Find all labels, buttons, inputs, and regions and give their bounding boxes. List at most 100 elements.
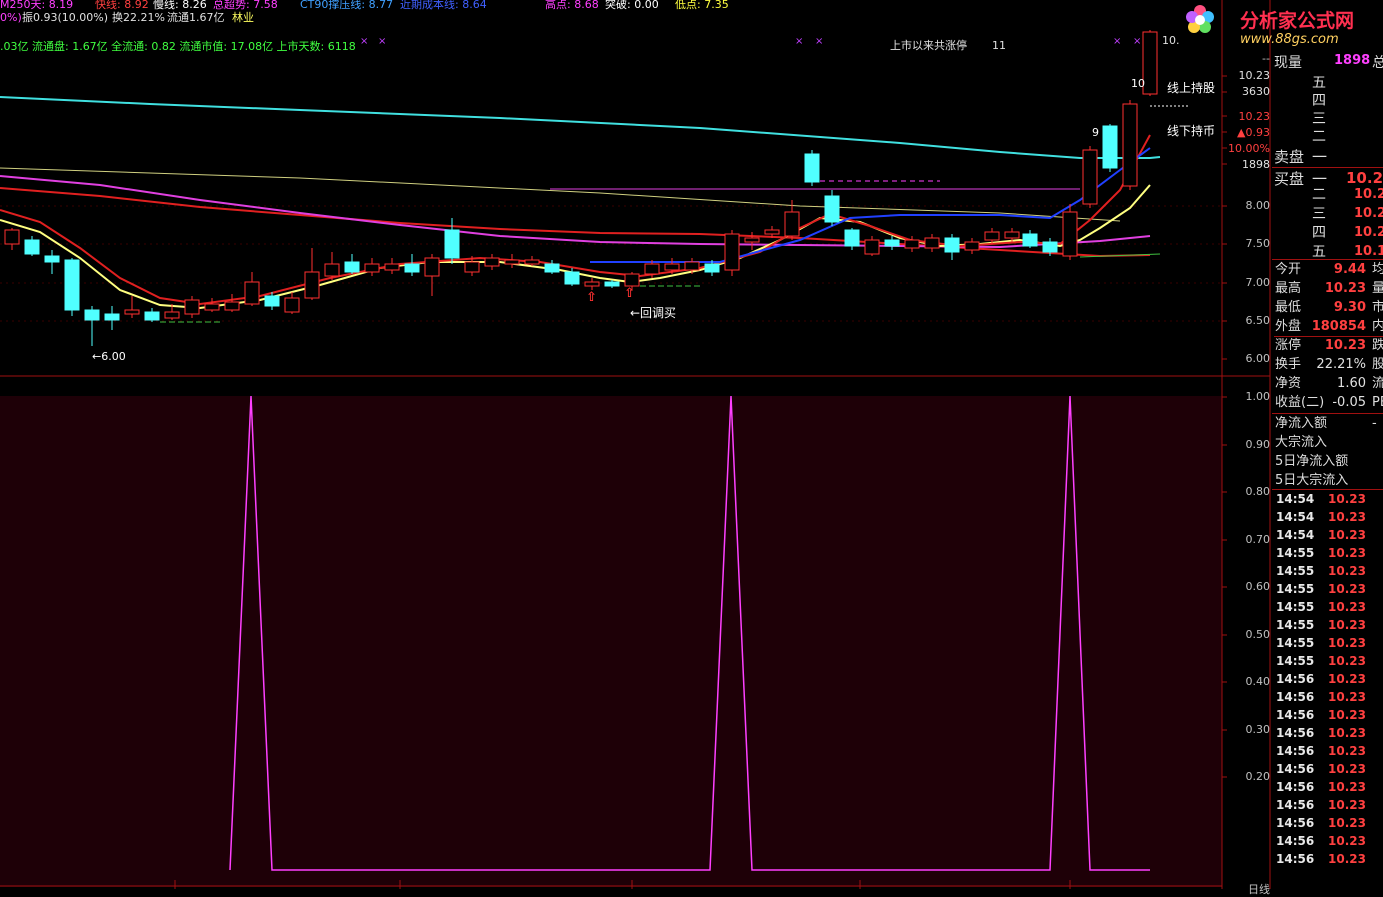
tick-price: 10.23 <box>1328 492 1366 506</box>
price-axis-label: 7.00 <box>1245 276 1271 289</box>
price-axis-label: 1898 <box>1242 158 1270 171</box>
tick-row[interactable]: 14:56 10.23 <box>1274 706 1383 724</box>
buy-level-price: 10.2 <box>1354 187 1383 202</box>
candle-body <box>364 263 380 273</box>
tick-row[interactable]: 14:56 10.23 <box>1274 778 1383 796</box>
count-nine-label: 9 <box>1092 126 1099 139</box>
indicator-axis-label: 0.80 <box>1245 485 1271 498</box>
stat-row: 最低 9.30 市 <box>1274 298 1383 317</box>
limit-up-count: 11 <box>992 39 1006 52</box>
indicator-value: 总超势: 7.58 <box>213 0 278 11</box>
tick-row[interactable]: 14:55 10.23 <box>1274 598 1383 616</box>
candle-body <box>704 263 720 273</box>
tick-row[interactable]: 14:55 10.23 <box>1274 616 1383 634</box>
candle-body <box>624 273 640 287</box>
tick-row[interactable]: 14:56 10.23 <box>1274 832 1383 850</box>
current-volume-label: 现量 <box>1274 55 1302 71</box>
tick-row[interactable]: 14:54 10.23 <box>1274 490 1383 508</box>
flow-label: 净流入额 <box>1275 416 1328 431</box>
candle-body <box>464 261 480 273</box>
sell-level-1: 一 <box>1312 148 1328 166</box>
tick-time: 14:55 <box>1276 546 1315 560</box>
tick-row[interactable]: 14:56 10.23 <box>1274 796 1383 814</box>
top-price-label: 10. <box>1162 34 1180 47</box>
flow-row: 5日大宗流入 <box>1274 471 1383 490</box>
candle-body <box>1082 149 1098 205</box>
stat-label: 今开 <box>1275 262 1302 277</box>
tick-time: 14:56 <box>1276 690 1315 704</box>
candle-body <box>744 237 760 243</box>
stat-tail: 股 <box>1372 357 1383 372</box>
indicator-value: 换22.21% <box>112 11 165 24</box>
candle-body <box>4 229 20 245</box>
tick-row[interactable]: 14:55 10.23 <box>1274 580 1383 598</box>
ma-cyan-line <box>0 96 1161 159</box>
candle-body <box>44 255 60 263</box>
indicator-axis-label: 0.40 <box>1245 675 1271 688</box>
tick-price: 10.23 <box>1328 816 1366 830</box>
tick-row[interactable]: 14:55 10.23 <box>1274 544 1383 562</box>
candle-body <box>524 259 540 265</box>
flower-logo-icon <box>1185 4 1215 34</box>
candle-body <box>284 297 300 313</box>
candle-body <box>764 229 780 235</box>
tick-row[interactable]: 14:55 10.23 <box>1274 634 1383 652</box>
tick-time: 14:56 <box>1276 726 1315 740</box>
candle-body <box>844 229 860 247</box>
stat-label: 收益(二) <box>1275 395 1325 410</box>
flow-label: 5日净流入额 <box>1275 454 1349 469</box>
site-logo-text: 分析家公式网 <box>1240 10 1355 32</box>
tick-row[interactable]: 14:55 10.23 <box>1274 562 1383 580</box>
tick-time: 14:55 <box>1276 582 1315 596</box>
tick-row[interactable]: 14:56 10.23 <box>1274 688 1383 706</box>
stat-tail: 跌 <box>1372 338 1383 353</box>
candle-body <box>124 309 140 315</box>
indicator-axis-label: 0.90 <box>1245 438 1271 451</box>
indicator-value: 流通1.67亿 <box>167 11 225 24</box>
indicator-value: 突破: 0.00 <box>605 0 659 11</box>
candle-body <box>684 261 700 271</box>
tick-price: 10.23 <box>1328 510 1366 524</box>
price-axis-label: 6.00 <box>1245 352 1271 365</box>
ma-magenta-line <box>0 175 1151 249</box>
tick-row[interactable]: 14:56 10.23 <box>1274 670 1383 688</box>
stat-value: 22.21% <box>1316 357 1366 372</box>
price-axis-label: 10.00% <box>1228 142 1270 155</box>
indicator-axis-label: 0.50 <box>1245 628 1271 641</box>
tick-time: 14:54 <box>1276 492 1315 506</box>
tick-row[interactable]: 14:56 10.23 <box>1274 760 1383 778</box>
tick-row[interactable]: 14:56 10.23 <box>1274 850 1383 868</box>
stat-row: 净资 1.60 流 <box>1274 374 1383 393</box>
period-label: 日线 <box>1248 883 1270 896</box>
candle-body <box>884 239 900 247</box>
buy-level: 三 <box>1312 206 1326 222</box>
candle-body <box>984 231 1000 241</box>
tick-time: 14:56 <box>1276 816 1315 830</box>
price-axis-label: 8.00 <box>1245 199 1271 212</box>
stat-value: 10.23 <box>1324 281 1366 296</box>
tick-price: 10.23 <box>1328 690 1366 704</box>
buy-level: 二 <box>1312 187 1326 203</box>
cross-marker-icon: × <box>360 36 368 47</box>
candle-body <box>1042 241 1058 253</box>
tick-row[interactable]: 14:56 10.23 <box>1274 814 1383 832</box>
buy-level-price: 10.1 <box>1354 244 1383 259</box>
candle-body <box>444 229 460 259</box>
indicator-value: M250天: 8.19 <box>0 0 74 11</box>
tick-row[interactable]: 14:56 10.23 <box>1274 742 1383 760</box>
candle-body <box>824 195 840 223</box>
stat-label: 净资 <box>1275 376 1302 391</box>
tick-row[interactable]: 14:56 10.23 <box>1274 724 1383 742</box>
price-axis-label: 3630 <box>1242 85 1270 98</box>
tick-row[interactable]: 14:54 10.23 <box>1274 508 1383 526</box>
candle-body <box>904 239 920 249</box>
tick-row[interactable]: 14:55 10.23 <box>1274 652 1383 670</box>
tick-time: 14:54 <box>1276 510 1315 524</box>
tick-time: 14:56 <box>1276 852 1315 866</box>
candle-body <box>64 259 80 311</box>
stat-label: 最低 <box>1275 300 1302 315</box>
candle-body <box>24 239 40 255</box>
tick-row[interactable]: 14:54 10.23 <box>1274 526 1383 544</box>
stat-row: 最高 10.23 量 <box>1274 279 1383 298</box>
tick-time: 14:56 <box>1276 708 1315 722</box>
